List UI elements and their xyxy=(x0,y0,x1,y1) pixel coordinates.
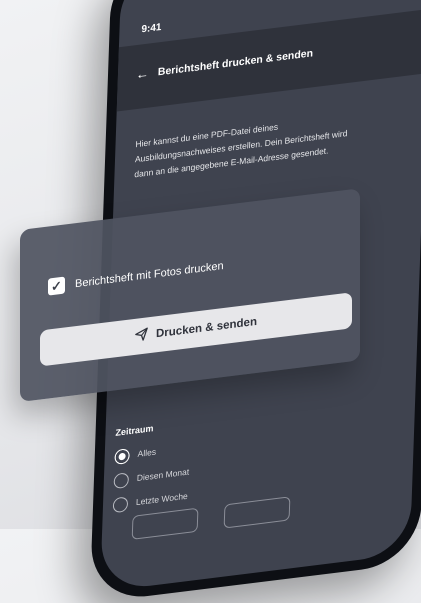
status-time: 9:41 xyxy=(141,21,162,36)
checkbox-checked-icon[interactable]: ✓ xyxy=(48,276,65,296)
radio-option-diesen-monat[interactable]: Diesen Monat xyxy=(113,465,190,490)
print-send-button[interactable]: Drucken & senden xyxy=(40,292,352,367)
radio-empty-icon[interactable] xyxy=(112,496,129,514)
radio-selected-icon[interactable] xyxy=(114,448,130,466)
checkbox-label: Berichtsheft mit Fotos drucken xyxy=(75,259,224,290)
send-button-label: Drucken & senden xyxy=(156,315,257,341)
radio-option-alles[interactable]: Alles xyxy=(114,445,157,466)
radio-empty-icon[interactable] xyxy=(113,472,130,490)
radio-label: Letzte Woche xyxy=(135,490,188,508)
back-arrow-icon[interactable]: ← xyxy=(136,65,150,82)
send-icon xyxy=(135,327,148,345)
app-header: ← Berichtsheft drucken & senden xyxy=(116,8,421,112)
date-field-end[interactable] xyxy=(223,496,291,529)
date-field-start[interactable] xyxy=(131,507,199,540)
radio-label: Diesen Monat xyxy=(136,466,190,484)
page-title: Berichtsheft drucken & senden xyxy=(157,47,314,79)
radio-label: Alles xyxy=(137,446,157,459)
zeitraum-label: Zeitraum xyxy=(115,423,154,438)
description-text: Hier kannst du eine PDF-Datei deines Aus… xyxy=(134,121,348,180)
photos-checkbox-row[interactable]: ✓ Berichtsheft mit Fotos drucken xyxy=(48,257,224,296)
